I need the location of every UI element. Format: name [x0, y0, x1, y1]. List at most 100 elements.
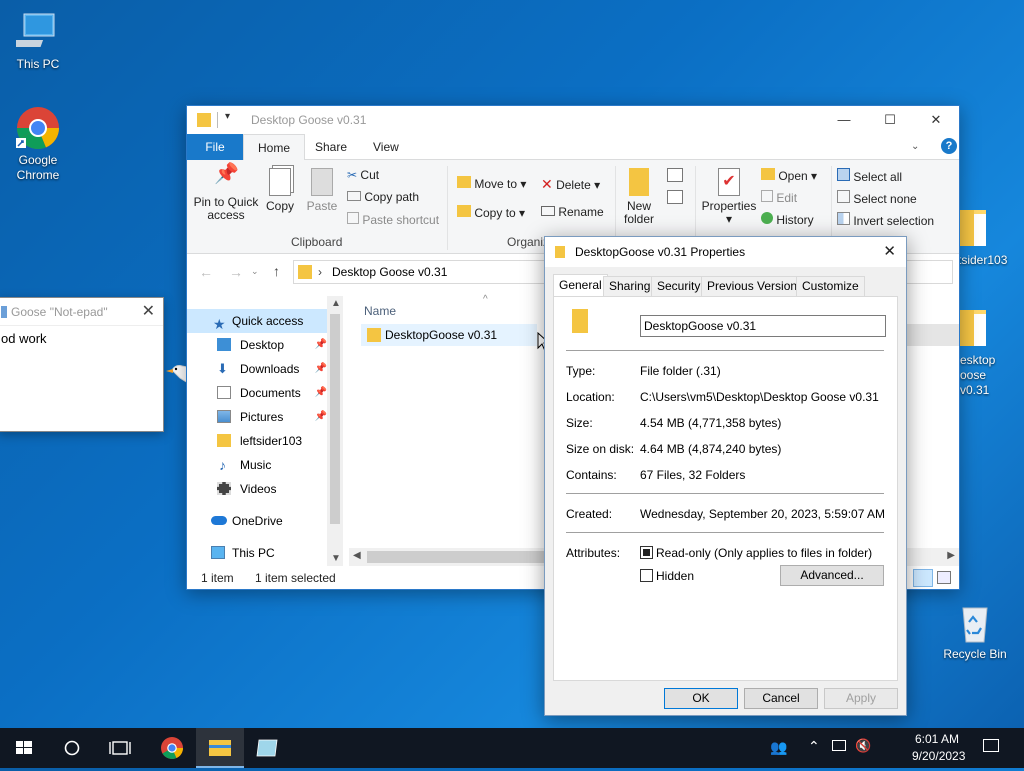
date-label[interactable]: 9/20/2023	[912, 749, 965, 763]
sidebar-item-pictures[interactable]: Pictures 📌	[187, 405, 327, 429]
open-button[interactable]: Open ▾	[761, 168, 817, 183]
divider	[217, 112, 218, 128]
name-field[interactable]: DesktopGoose v0.31	[640, 315, 886, 337]
chevron-up-icon[interactable]: ⌃	[808, 738, 820, 755]
taskbar-chrome[interactable]	[148, 728, 196, 768]
new-folder-button[interactable]: New folder	[619, 168, 659, 226]
sidebar-item-documents[interactable]: Documents 📌	[187, 381, 327, 405]
delete-button[interactable]: ✕ Delete ▾	[541, 176, 600, 193]
ok-button[interactable]: OK	[664, 688, 738, 709]
list-item[interactable]: DesktopGoose v0.31	[361, 324, 537, 346]
minimize-button[interactable]: —	[821, 106, 867, 134]
sidebar-item-quick-access[interactable]: ★ Quick access	[187, 309, 327, 333]
paste-shortcut-button[interactable]: Paste shortcut	[347, 212, 439, 227]
scissors-icon: ✂	[347, 168, 358, 182]
hidden-checkbox[interactable]	[640, 569, 653, 582]
chevron-down-icon[interactable]: ▼	[331, 553, 341, 564]
close-icon[interactable]: ✕	[142, 301, 155, 321]
advanced-button[interactable]: Advanced...	[780, 565, 884, 586]
tab-file[interactable]: File	[187, 134, 243, 160]
sidebar-item-leftsider103[interactable]: leftsider103	[187, 429, 327, 453]
details-view-icon[interactable]	[913, 569, 933, 587]
notepad-window[interactable]: Goose "Not-epad" ✕ od work	[0, 297, 164, 432]
chevron-right-icon[interactable]: ▶	[947, 550, 955, 561]
dialog-titlebar[interactable]: DesktopGoose v0.31 Properties ✕	[545, 237, 906, 267]
people-icon[interactable]: 👥	[770, 739, 787, 756]
history-button[interactable]: History	[761, 212, 814, 227]
cut-button[interactable]: ✂ Cut	[347, 168, 379, 182]
cancel-button[interactable]: Cancel	[744, 688, 818, 709]
contains-label: Contains:	[566, 468, 617, 482]
maximize-button[interactable]: ☐	[867, 106, 913, 134]
new-item-icon[interactable]	[667, 168, 683, 182]
dialog-title: DesktopGoose v0.31 Properties	[575, 245, 746, 259]
tab-security[interactable]: Security	[651, 276, 707, 297]
sidebar-item-desktop[interactable]: Desktop 📌	[187, 333, 327, 357]
quick-access-dropdown-icon[interactable]: ▾	[225, 111, 230, 122]
column-header-name[interactable]: Name	[364, 304, 396, 318]
tab-share[interactable]: Share	[301, 134, 361, 160]
search-button[interactable]	[48, 728, 96, 768]
large-icons-view-icon[interactable]	[937, 571, 951, 584]
select-all-button[interactable]: Select all	[837, 168, 902, 184]
scrollbar-thumb[interactable]	[330, 314, 340, 524]
windows-icon	[16, 741, 32, 754]
task-view-button[interactable]	[96, 728, 144, 768]
sidebar-item-downloads[interactable]: ⬇ Downloads 📌	[187, 357, 327, 381]
tab-view[interactable]: View	[359, 134, 413, 160]
group-label-clipboard: Clipboard	[291, 235, 343, 249]
taskbar-file-explorer[interactable]	[196, 728, 244, 768]
paste-button[interactable]: Paste	[305, 168, 339, 213]
network-icon[interactable]	[832, 740, 846, 751]
desktop-icon-recycle-bin[interactable]: Recycle Bin	[937, 600, 1013, 662]
properties-button[interactable]: ✔ Properties ▾	[699, 168, 759, 226]
notepad-titlebar[interactable]: Goose "Not-epad" ✕	[0, 298, 163, 326]
desktop-icon-label: Recycle Bin	[943, 647, 1007, 661]
sidebar-item-this-pc[interactable]: This PC	[187, 541, 327, 565]
close-button[interactable]: ✕	[913, 106, 959, 134]
tab-general[interactable]: General	[553, 274, 608, 297]
forward-arrow-icon[interactable]: →	[229, 264, 243, 280]
tab-sharing[interactable]: Sharing	[603, 276, 657, 297]
up-arrow-icon[interactable]: ↑	[273, 263, 280, 279]
volume-muted-icon[interactable]: 🔇	[855, 738, 871, 754]
select-none-button[interactable]: Select none	[837, 190, 917, 206]
move-to-button[interactable]: Move to ▾	[457, 176, 526, 191]
search-icon	[64, 740, 80, 756]
tab-home[interactable]: Home	[243, 134, 306, 161]
tab-customize[interactable]: Customize	[796, 276, 865, 297]
breadcrumb[interactable]: Desktop Goose v0.31	[332, 265, 447, 279]
chevron-left-icon[interactable]: ◀	[353, 550, 361, 561]
readonly-checkbox[interactable]	[640, 546, 653, 559]
scrollbar-thumb[interactable]	[367, 551, 547, 563]
start-button[interactable]	[0, 728, 48, 768]
edit-button[interactable]: Edit	[761, 190, 797, 205]
pin-quick-access-button[interactable]: 📌 Pin to Quick access	[193, 164, 259, 222]
apply-button[interactable]: Apply	[824, 688, 898, 709]
taskbar-app[interactable]	[244, 728, 292, 768]
time-label[interactable]: 6:01 AM	[915, 732, 959, 746]
desktop-icon-chrome[interactable]: Google Chrome	[0, 106, 76, 183]
close-icon[interactable]: ✕	[883, 242, 896, 260]
ribbon-expand-icon[interactable]: ⌄	[911, 141, 919, 152]
back-arrow-icon[interactable]: ←	[199, 264, 213, 280]
rename-button[interactable]: Rename	[541, 205, 604, 219]
sidebar-item-videos[interactable]: Videos	[187, 477, 327, 501]
copy-to-button[interactable]: Copy to ▾	[457, 205, 525, 220]
copy-path-button[interactable]: Copy path	[347, 190, 419, 204]
explorer-titlebar[interactable]: ▾ Desktop Goose v0.31 — ☐ ✕	[187, 106, 959, 134]
tab-previous-versions[interactable]: Previous Versions	[701, 276, 810, 297]
recent-locations-icon[interactable]: ⌄	[251, 266, 259, 277]
desktop-icon-this-pc[interactable]: This PC	[0, 10, 76, 72]
copy-button[interactable]: Copy	[263, 168, 297, 213]
nav-scrollbar[interactable]: ▲ ▼	[327, 296, 343, 566]
easy-access-icon[interactable]	[667, 190, 683, 204]
notepad-text[interactable]: od work	[1, 331, 47, 346]
notification-icon[interactable]	[983, 739, 999, 752]
sidebar-item-music[interactable]: ♪ Music	[187, 453, 327, 477]
help-icon[interactable]: ?	[941, 138, 957, 154]
properties-dialog[interactable]: DesktopGoose v0.31 Properties ✕ General …	[544, 236, 907, 716]
chevron-up-icon[interactable]: ▲	[331, 298, 341, 309]
invert-selection-button[interactable]: Invert selection	[837, 212, 934, 228]
sidebar-item-onedrive[interactable]: OneDrive	[187, 509, 327, 533]
